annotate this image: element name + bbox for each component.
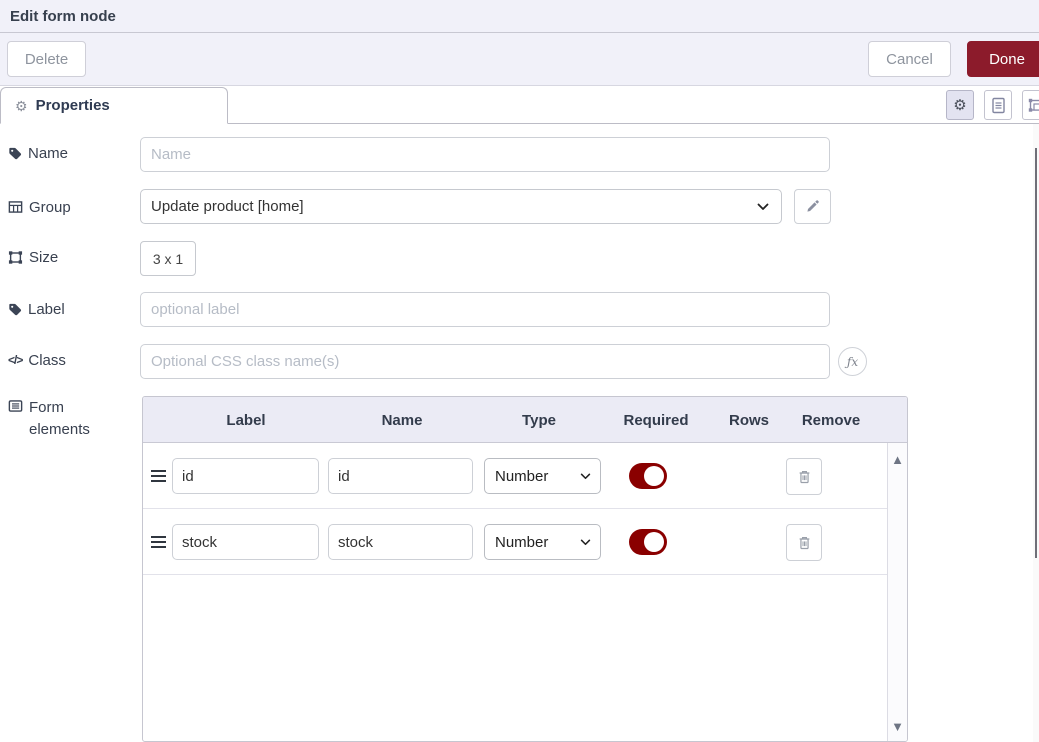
delete-button[interactable]: Delete — [7, 41, 86, 77]
scroll-down-icon[interactable]: ▼ — [888, 720, 907, 733]
tab-bar: ⚙ Properties ⚙ — [0, 86, 1039, 124]
column-header-rows: Rows — [729, 397, 769, 443]
dialog-title: Edit form node — [10, 8, 116, 25]
object-group-icon — [8, 250, 23, 265]
size-field-label: Size — [8, 249, 58, 266]
element-type-select[interactable]: Number — [484, 458, 601, 494]
table-body: Number — [143, 443, 887, 741]
required-toggle[interactable] — [629, 529, 667, 555]
properties-view-button[interactable]: ⚙ — [946, 90, 974, 120]
element-type-select[interactable]: Number — [484, 524, 601, 560]
name-field-label: Name — [8, 145, 68, 162]
tab-properties-label: Properties — [36, 97, 110, 114]
element-label-input[interactable] — [172, 524, 319, 560]
table-header-row: Label Name Type Required Rows Remove — [143, 397, 907, 443]
class-dynamic-button[interactable]: ƒx — [838, 347, 867, 376]
tab-properties[interactable]: ⚙ Properties — [0, 87, 228, 124]
remove-row-button[interactable] — [786, 458, 822, 495]
dialog-toolbar: Delete Cancel Done — [0, 33, 1039, 86]
toggle-knob — [644, 466, 664, 486]
group-field-label: Group — [8, 199, 71, 216]
table-icon — [8, 200, 23, 214]
element-name-input[interactable] — [328, 524, 473, 560]
edit-group-button[interactable] — [794, 189, 831, 224]
column-header-label: Label — [226, 397, 265, 443]
code-icon: </> — [8, 353, 22, 367]
table-row: Number — [143, 509, 887, 575]
tag-icon — [8, 302, 22, 317]
edit-form-node-dialog: Edit form node Delete Cancel Done ⚙ Prop… — [0, 0, 1039, 742]
object-group-icon — [1028, 98, 1039, 113]
element-label-input[interactable] — [172, 458, 319, 494]
toggle-knob — [644, 532, 664, 552]
appearance-view-button[interactable] — [1022, 90, 1039, 120]
column-header-required: Required — [623, 397, 688, 443]
trash-icon — [797, 535, 812, 551]
fx-icon: ƒx — [847, 355, 858, 369]
label-field-label: Label — [8, 301, 65, 318]
scrollbar-thumb[interactable] — [1035, 148, 1037, 558]
drag-handle-icon[interactable] — [151, 470, 166, 482]
scroll-up-icon[interactable]: ▲ — [888, 453, 907, 466]
label-input[interactable] — [140, 292, 830, 327]
element-name-input[interactable] — [328, 458, 473, 494]
class-input[interactable] — [140, 344, 830, 379]
element-type-value: Number — [495, 534, 548, 551]
group-select[interactable]: Update product [home] — [140, 189, 782, 224]
document-icon — [991, 97, 1006, 114]
form-elements-table: Label Name Type Required Rows Remove Num… — [142, 396, 908, 742]
chevron-down-icon — [580, 473, 591, 480]
column-header-name: Name — [382, 397, 423, 443]
window-scrollbar[interactable] — [1033, 124, 1039, 742]
class-field-label: </> Class — [8, 352, 66, 369]
gear-icon: ⚙ — [953, 98, 966, 113]
dialog-titlebar: Edit form node — [0, 0, 1039, 33]
column-header-remove: Remove — [802, 397, 860, 443]
chevron-down-icon — [757, 203, 769, 211]
name-input[interactable] — [140, 137, 830, 172]
form-elements-label: Form elements — [8, 397, 100, 441]
element-type-value: Number — [495, 468, 548, 485]
group-select-value: Update product [home] — [151, 198, 304, 215]
table-scrollbar[interactable]: ▲ ▼ — [887, 443, 907, 741]
required-toggle[interactable] — [629, 463, 667, 489]
description-view-button[interactable] — [984, 90, 1012, 120]
list-alt-icon — [8, 399, 23, 413]
column-header-type: Type — [522, 397, 556, 443]
tag-icon — [8, 146, 22, 161]
done-button[interactable]: Done — [967, 41, 1039, 77]
pencil-icon — [805, 199, 820, 214]
chevron-down-icon — [580, 539, 591, 546]
trash-icon — [797, 469, 812, 485]
table-row: Number — [143, 443, 887, 509]
remove-row-button[interactable] — [786, 524, 822, 561]
cancel-button[interactable]: Cancel — [868, 41, 951, 77]
drag-handle-icon[interactable] — [151, 536, 166, 548]
gear-icon: ⚙ — [15, 99, 28, 113]
size-button[interactable]: 3 x 1 — [140, 241, 196, 276]
